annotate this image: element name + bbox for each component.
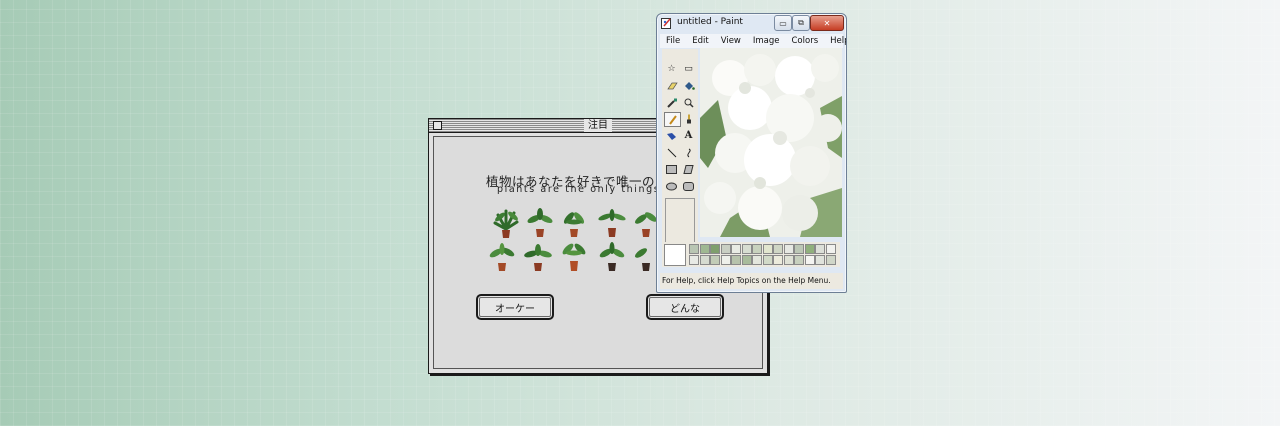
airbrush-icon[interactable] (664, 129, 679, 142)
ok-button[interactable]: オーケー (476, 294, 554, 320)
paint-app-icon (661, 18, 671, 29)
color-swatch[interactable] (741, 244, 752, 254)
color-swatch[interactable] (720, 255, 731, 265)
menu-image[interactable]: Image (747, 34, 786, 48)
magnifier-icon[interactable] (681, 96, 696, 109)
color-swatch[interactable] (752, 244, 762, 254)
paint-window: untitled - Paint ▭ ⧉ ✕ File Edit View Im… (656, 13, 847, 293)
current-colors-box (664, 244, 686, 266)
potted-plant-icon (599, 242, 625, 271)
color-swatch[interactable] (710, 255, 720, 265)
potted-plant-icon (489, 243, 515, 271)
free-form-select-icon[interactable]: ☆ (664, 62, 679, 75)
restore-icon[interactable]: ⧉ (792, 15, 810, 31)
color-swatch[interactable] (699, 244, 710, 254)
color-swatch[interactable] (804, 255, 815, 265)
toolbox: ☆ ▭ A (662, 49, 698, 246)
color-swatch[interactable] (731, 244, 741, 254)
hydrangea-image (700, 48, 842, 237)
color-swatch[interactable] (825, 244, 836, 254)
paint-title: untitled - Paint (677, 17, 743, 27)
select-icon[interactable]: ▭ (681, 62, 696, 75)
paint-menubar: File Edit View Image Colors Help (660, 34, 846, 48)
menu-file[interactable]: File (660, 34, 686, 48)
menu-colors[interactable]: Colors (786, 34, 825, 48)
menu-edit[interactable]: Edit (686, 34, 714, 48)
line-icon[interactable] (664, 146, 679, 159)
dialog-title: 注目 (584, 119, 612, 132)
text-icon[interactable]: A (681, 129, 696, 142)
desktop: { "dialog": { "title": "注目", "message_jp… (0, 0, 1280, 426)
color-swatch[interactable] (773, 255, 783, 265)
potted-plant-icon (493, 209, 519, 238)
paint-titlebar[interactable]: untitled - Paint ▭ ⧉ ✕ (657, 14, 846, 33)
color-swatch[interactable] (720, 244, 731, 254)
close-icon[interactable]: ✕ (810, 15, 844, 31)
rectangle-icon[interactable] (664, 163, 679, 176)
color-picker-icon[interactable] (664, 96, 679, 109)
eraser-icon[interactable] (664, 79, 679, 92)
color-swatch[interactable] (804, 244, 815, 254)
potted-plant-icon (524, 244, 552, 271)
color-swatch[interactable] (731, 255, 741, 265)
color-swatch[interactable] (752, 255, 762, 265)
color-swatch[interactable] (710, 244, 720, 254)
rounded-rectangle-icon[interactable] (681, 180, 696, 193)
ellipse-icon[interactable] (664, 180, 679, 193)
color-swatch[interactable] (689, 255, 699, 265)
color-swatch[interactable] (815, 244, 825, 254)
potted-plant-icon (562, 243, 586, 271)
color-swatch[interactable] (762, 244, 773, 254)
brush-icon[interactable] (681, 112, 696, 125)
close-box-icon[interactable] (433, 121, 442, 130)
tool-options-box[interactable] (665, 198, 695, 246)
color-swatch[interactable] (699, 255, 710, 265)
pencil-icon[interactable] (664, 112, 681, 127)
menu-view[interactable]: View (715, 34, 747, 48)
color-swatch[interactable] (783, 244, 794, 254)
potted-plant-icon (527, 208, 553, 237)
curve-icon[interactable] (681, 146, 696, 159)
color-swatch[interactable] (741, 255, 752, 265)
color-swatch[interactable] (794, 244, 804, 254)
other-button[interactable]: どんな (646, 294, 724, 320)
minimize-icon[interactable]: ▭ (774, 15, 792, 31)
color-swatch[interactable] (762, 255, 773, 265)
potted-plant-icon (598, 209, 626, 237)
polygon-icon[interactable] (681, 163, 696, 176)
color-palette (662, 242, 840, 267)
color-swatch[interactable] (773, 244, 783, 254)
color-swatch[interactable] (825, 255, 836, 265)
color-swatch[interactable] (783, 255, 794, 265)
color-swatch[interactable] (815, 255, 825, 265)
menu-help[interactable]: Help (824, 34, 846, 48)
color-swatch[interactable] (689, 244, 699, 254)
fill-icon[interactable] (681, 79, 696, 92)
color-swatch[interactable] (794, 255, 804, 265)
potted-plant-icon (563, 212, 585, 237)
paint-canvas[interactable] (700, 48, 842, 237)
status-bar: For Help, click Help Topics on the Help … (660, 273, 843, 289)
